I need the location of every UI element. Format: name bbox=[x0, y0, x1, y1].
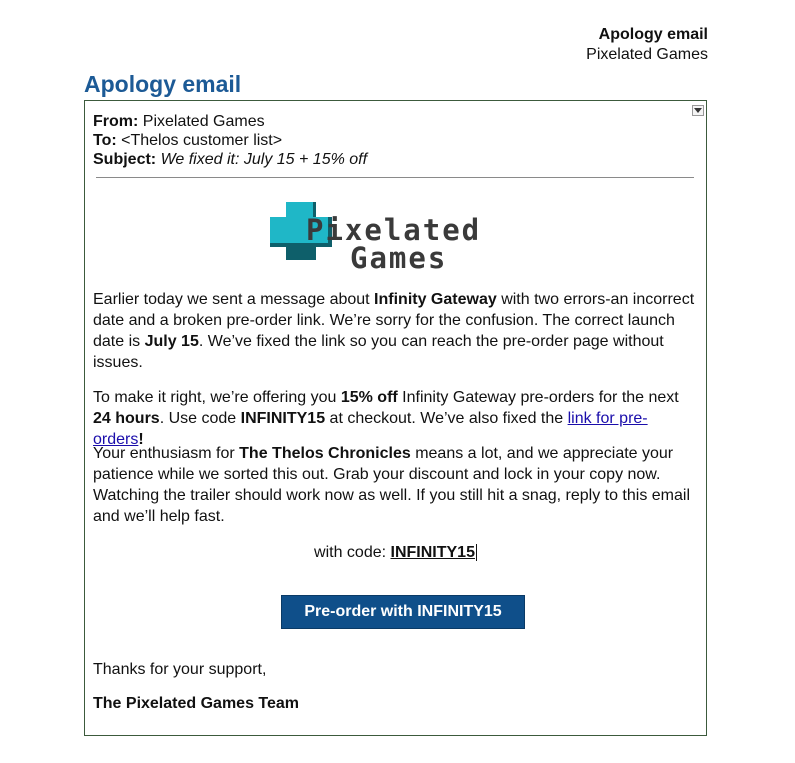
p2-code: INFINITY15 bbox=[240, 410, 326, 427]
closing-line: Thanks for your support, bbox=[93, 661, 267, 678]
signature: The Pixelated Games Team bbox=[93, 695, 300, 712]
p2-duration: 24 hours bbox=[93, 410, 160, 427]
subject-value: We fixed it: July 15 + 15% off bbox=[160, 151, 368, 168]
paragraph-thanks: Your enthusiasm for The Thelos Chronicle… bbox=[93, 443, 698, 527]
code-line: with code: INFINITY15 bbox=[85, 542, 706, 563]
subject-label: Subject: bbox=[93, 151, 157, 168]
from-row: From: Pixelated Games bbox=[93, 112, 367, 131]
document-header: Apology email Pixelated Games bbox=[586, 25, 708, 65]
code-prefix: with code: bbox=[314, 544, 391, 561]
to-value: <Thelos customer list> bbox=[121, 132, 283, 149]
discount-code[interactable]: INFINITY15 bbox=[390, 544, 477, 561]
paragraph-apology: Earlier today we sent a message about In… bbox=[93, 289, 698, 373]
p3-series-name: The Thelos Chronicles bbox=[239, 445, 411, 462]
collapse-toggle[interactable] bbox=[692, 105, 704, 116]
p2-text-4: at checkout. We’ve also fixed the bbox=[325, 410, 568, 427]
p1-text-1: Earlier today we sent a message about bbox=[93, 291, 375, 308]
pixelated-games-logo: Pixelated Games bbox=[270, 202, 479, 270]
p2-text-3: . Use code bbox=[159, 410, 241, 427]
header-divider bbox=[96, 177, 694, 178]
paragraph-offer: To make it right, we’re offering you 15%… bbox=[93, 387, 698, 450]
from-label: From: bbox=[93, 113, 139, 130]
header-subtitle: Pixelated Games bbox=[586, 46, 708, 63]
email-preview: From: Pixelated Games To: <Thelos custom… bbox=[84, 100, 707, 736]
to-row: To: <Thelos customer list> bbox=[93, 131, 367, 150]
page-title: Apology email bbox=[84, 71, 242, 97]
to-label: To: bbox=[93, 132, 117, 149]
p2-text-2: Infinity Gateway pre-orders for the next bbox=[397, 389, 679, 406]
p1-product-name: Infinity Gateway bbox=[374, 291, 497, 308]
header-title: Apology email bbox=[598, 26, 708, 43]
logo-line-2: Games bbox=[350, 241, 447, 270]
from-value: Pixelated Games bbox=[142, 113, 265, 130]
subject-row: Subject: We fixed it: July 15 + 15% off bbox=[93, 150, 367, 169]
p2-text-1: To make it right, we’re offering you bbox=[93, 389, 341, 406]
chevron-down-icon bbox=[694, 108, 702, 113]
p3-text-1: Your enthusiasm for bbox=[93, 445, 240, 462]
p2-discount: 15% off bbox=[340, 389, 398, 406]
p1-launch-date: July 15 bbox=[144, 333, 199, 350]
preorder-button[interactable]: Pre-order with INFINITY15 bbox=[281, 595, 525, 629]
email-meta: From: Pixelated Games To: <Thelos custom… bbox=[93, 112, 367, 169]
